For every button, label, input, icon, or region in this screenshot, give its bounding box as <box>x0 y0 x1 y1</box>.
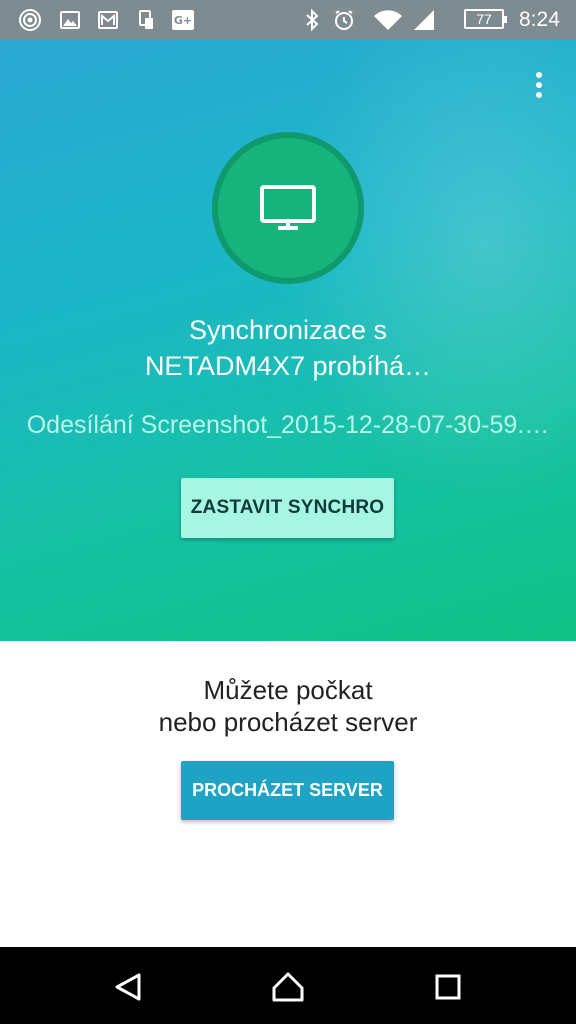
battery-level: 77 <box>476 11 492 27</box>
browse-server-button[interactable]: PROCHÁZET SERVER <box>181 761 394 820</box>
back-icon[interactable] <box>108 967 148 1007</box>
sync-title: Synchronizace s NETADM4X7 probíhá… <box>0 312 576 384</box>
clock: 8:24 <box>519 8 560 31</box>
bluetooth-icon <box>300 8 324 32</box>
svg-text:G+: G+ <box>174 14 192 27</box>
status-bar: G+ 77 8:24 <box>0 0 576 40</box>
signal-icon <box>412 8 436 32</box>
battery-indicator: 77 <box>464 9 507 29</box>
sync-title-line1: Synchronizace s <box>188 315 388 345</box>
navigation-bar <box>0 947 576 1024</box>
device-icon <box>134 8 158 32</box>
alarm-icon <box>332 8 356 32</box>
wait-message-line2: nebo procházet server <box>158 707 418 737</box>
sync-title-line2: NETADM4X7 probíhá… <box>144 351 432 381</box>
wait-message: Můžete počkat nebo procházet server <box>0 674 576 738</box>
wait-message-line1: Můžete počkat <box>203 675 373 705</box>
stop-sync-button[interactable]: ZASTAVIT SYNCHRO <box>181 478 394 538</box>
sync-hero: Synchronizace s NETADM4X7 probíhá… Odesí… <box>0 40 576 641</box>
target-icon <box>18 8 42 32</box>
image-icon <box>58 8 82 32</box>
recents-icon[interactable] <box>428 967 468 1007</box>
google-plus-icon: G+ <box>171 8 195 32</box>
wifi-icon <box>372 8 404 32</box>
home-icon[interactable] <box>268 967 308 1007</box>
monitor-icon <box>260 185 316 230</box>
overflow-menu-icon[interactable] <box>524 70 554 100</box>
sync-file-status: Odesílání Screenshot_2015-12-28-07-30-59… <box>26 411 550 439</box>
sync-status-circle <box>212 132 364 284</box>
gmail-icon <box>96 8 120 32</box>
